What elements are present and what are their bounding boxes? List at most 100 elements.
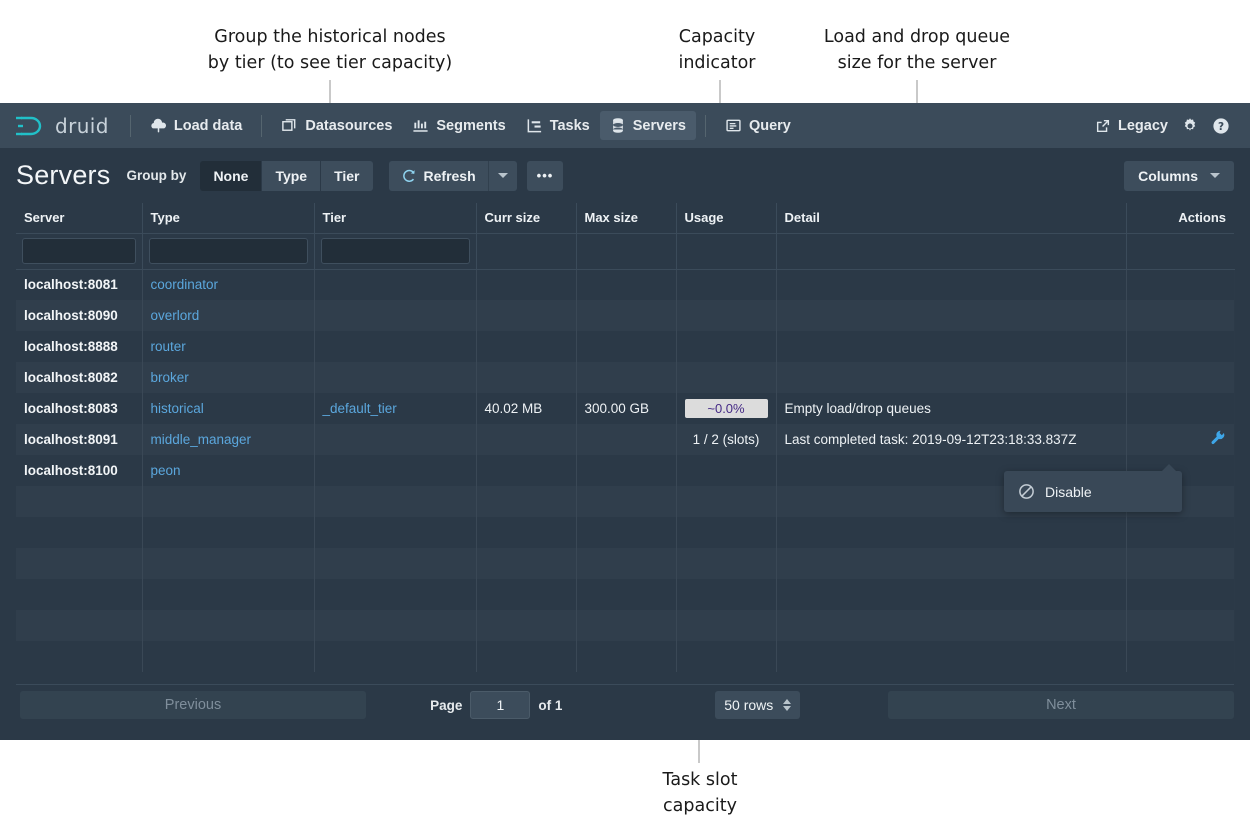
page-number-input[interactable]: [470, 691, 531, 719]
refresh-button[interactable]: Refresh: [388, 160, 488, 191]
cell-empty: [476, 517, 577, 548]
more-options-button[interactable]: •••: [526, 160, 564, 191]
nav-item-tasks[interactable]: Tasks: [516, 111, 600, 140]
nav-item-servers[interactable]: Servers: [599, 111, 696, 140]
cell-detail: Empty load/drop queues: [776, 393, 1127, 424]
cell-empty: [1126, 610, 1235, 641]
console-icon: [725, 117, 742, 134]
cell-actions: [1126, 393, 1235, 424]
server-type-link[interactable]: router: [151, 339, 186, 354]
server-type-link[interactable]: broker: [151, 370, 189, 385]
page-title: Servers: [16, 160, 111, 190]
columns-button[interactable]: Columns: [1124, 160, 1234, 191]
nav-item-load-data[interactable]: Load data: [140, 111, 252, 140]
cell-detail: Last completed task: 2019-09-12T23:18:33…: [776, 424, 1127, 455]
cell-detail: [776, 269, 1127, 300]
filter-input-tier[interactable]: [320, 238, 470, 264]
rows-per-page-label: 50 rows: [724, 697, 774, 713]
server-type-link[interactable]: historical: [151, 401, 204, 416]
cell-actions: [1126, 331, 1235, 362]
group-by-none-button[interactable]: None: [200, 160, 263, 191]
annotation-load-drop-queue: Load and drop queue size for the server: [823, 27, 1011, 73]
filter-input-type[interactable]: [148, 238, 308, 264]
gear-icon[interactable]: [1181, 117, 1199, 135]
cell-tier: [314, 455, 477, 486]
cell-type: overlord: [142, 300, 315, 331]
rows-per-page-select[interactable]: 50 rows: [715, 691, 801, 719]
cell-empty: [314, 517, 477, 548]
cell-curr-size: [476, 362, 577, 393]
servers-table-container: Server Type Tier Curr size Max size Usag…: [0, 203, 1250, 672]
cell-server: localhost:8081: [16, 269, 143, 300]
group-by-tier-button[interactable]: Tier: [321, 160, 373, 191]
cell-empty: [576, 517, 677, 548]
filter-input-server[interactable]: [22, 238, 136, 264]
nav-item-segments[interactable]: Segments: [402, 111, 515, 140]
table-filter-row: [16, 233, 1234, 270]
cell-actions: [1126, 362, 1235, 393]
cell-empty: [16, 641, 143, 672]
window-bottom-edge: [0, 725, 1250, 740]
table-row-empty: [16, 517, 1235, 548]
table-head: Server Type Tier Curr size Max size Usag…: [16, 203, 1234, 270]
filter-cell-max-size: [576, 233, 677, 270]
table-row[interactable]: localhost:8888 router: [16, 331, 1235, 362]
cell-empty: [476, 610, 577, 641]
disable-circle-slash-icon: [1018, 483, 1035, 500]
column-header-curr-size[interactable]: Curr size: [476, 203, 577, 234]
cell-curr-size: [476, 300, 577, 331]
bar-chart-icon: [412, 117, 429, 134]
cell-empty: [16, 517, 143, 548]
nav-item-datasources[interactable]: Datasources: [271, 111, 402, 140]
group-by-label: Group by: [126, 168, 187, 183]
table-row[interactable]: localhost:8090 overlord: [16, 300, 1235, 331]
previous-page-button[interactable]: Previous: [20, 691, 366, 719]
filter-cell-detail: [776, 233, 1127, 270]
server-type-link[interactable]: coordinator: [151, 277, 219, 292]
svg-text:?: ?: [1218, 121, 1224, 133]
cell-empty: [16, 579, 143, 610]
column-header-server[interactable]: Server: [16, 203, 143, 234]
next-page-button[interactable]: Next: [888, 691, 1234, 719]
cell-empty: [776, 610, 1127, 641]
column-header-detail[interactable]: Detail: [776, 203, 1127, 234]
refresh-dropdown-button[interactable]: [487, 160, 517, 191]
page-total-label: of 1: [538, 697, 563, 713]
cell-empty: [142, 517, 315, 548]
nav-item-query[interactable]: Query: [715, 111, 801, 140]
legacy-link[interactable]: Legacy: [1095, 118, 1168, 134]
cell-curr-size: 40.02 MB: [476, 393, 577, 424]
table-row[interactable]: localhost:8082 broker: [16, 362, 1235, 393]
column-header-tier[interactable]: Tier: [314, 203, 477, 234]
help-circle-icon[interactable]: ?: [1212, 117, 1230, 135]
table-row[interactable]: localhost:8083 historical _default_tier 40.…: [16, 393, 1235, 424]
cell-usage: [676, 300, 777, 331]
cell-empty: [676, 610, 777, 641]
page-label: Page: [430, 697, 463, 713]
wrench-icon[interactable]: [1209, 430, 1226, 450]
column-header-max-size[interactable]: Max size: [576, 203, 677, 234]
cell-empty: [1126, 517, 1235, 548]
column-header-usage[interactable]: Usage: [676, 203, 777, 234]
column-header-type[interactable]: Type: [142, 203, 315, 234]
table-row[interactable]: localhost:8081 coordinator: [16, 269, 1235, 300]
popover-item-disable[interactable]: Disable: [1004, 477, 1182, 506]
server-tier-link[interactable]: _default_tier: [323, 401, 397, 416]
capacity-indicator: ~0.0%: [684, 399, 768, 418]
cell-type: coordinator: [142, 269, 315, 300]
cell-actions: [1126, 269, 1235, 300]
cell-max-size: [576, 331, 677, 362]
group-by-type-button[interactable]: Type: [262, 160, 322, 191]
server-type-link[interactable]: peon: [151, 463, 181, 478]
druid-logo[interactable]: druid: [14, 113, 109, 139]
gantt-chart-icon: [526, 117, 543, 134]
share-external-icon: [1095, 118, 1111, 134]
server-type-link[interactable]: middle_manager: [151, 432, 252, 447]
druid-console-window: druid Load data Datasources Segments Tas…: [0, 103, 1250, 740]
popover-item-label: Disable: [1045, 483, 1092, 500]
table-row[interactable]: localhost:8091 middle_manager 1 / 2 (slots…: [16, 424, 1235, 455]
nav-item-label: Datasources: [305, 117, 393, 134]
cell-tier: _default_tier: [314, 393, 477, 424]
servers-table: Server Type Tier Curr size Max size Usag…: [16, 203, 1235, 672]
server-type-link[interactable]: overlord: [151, 308, 200, 323]
